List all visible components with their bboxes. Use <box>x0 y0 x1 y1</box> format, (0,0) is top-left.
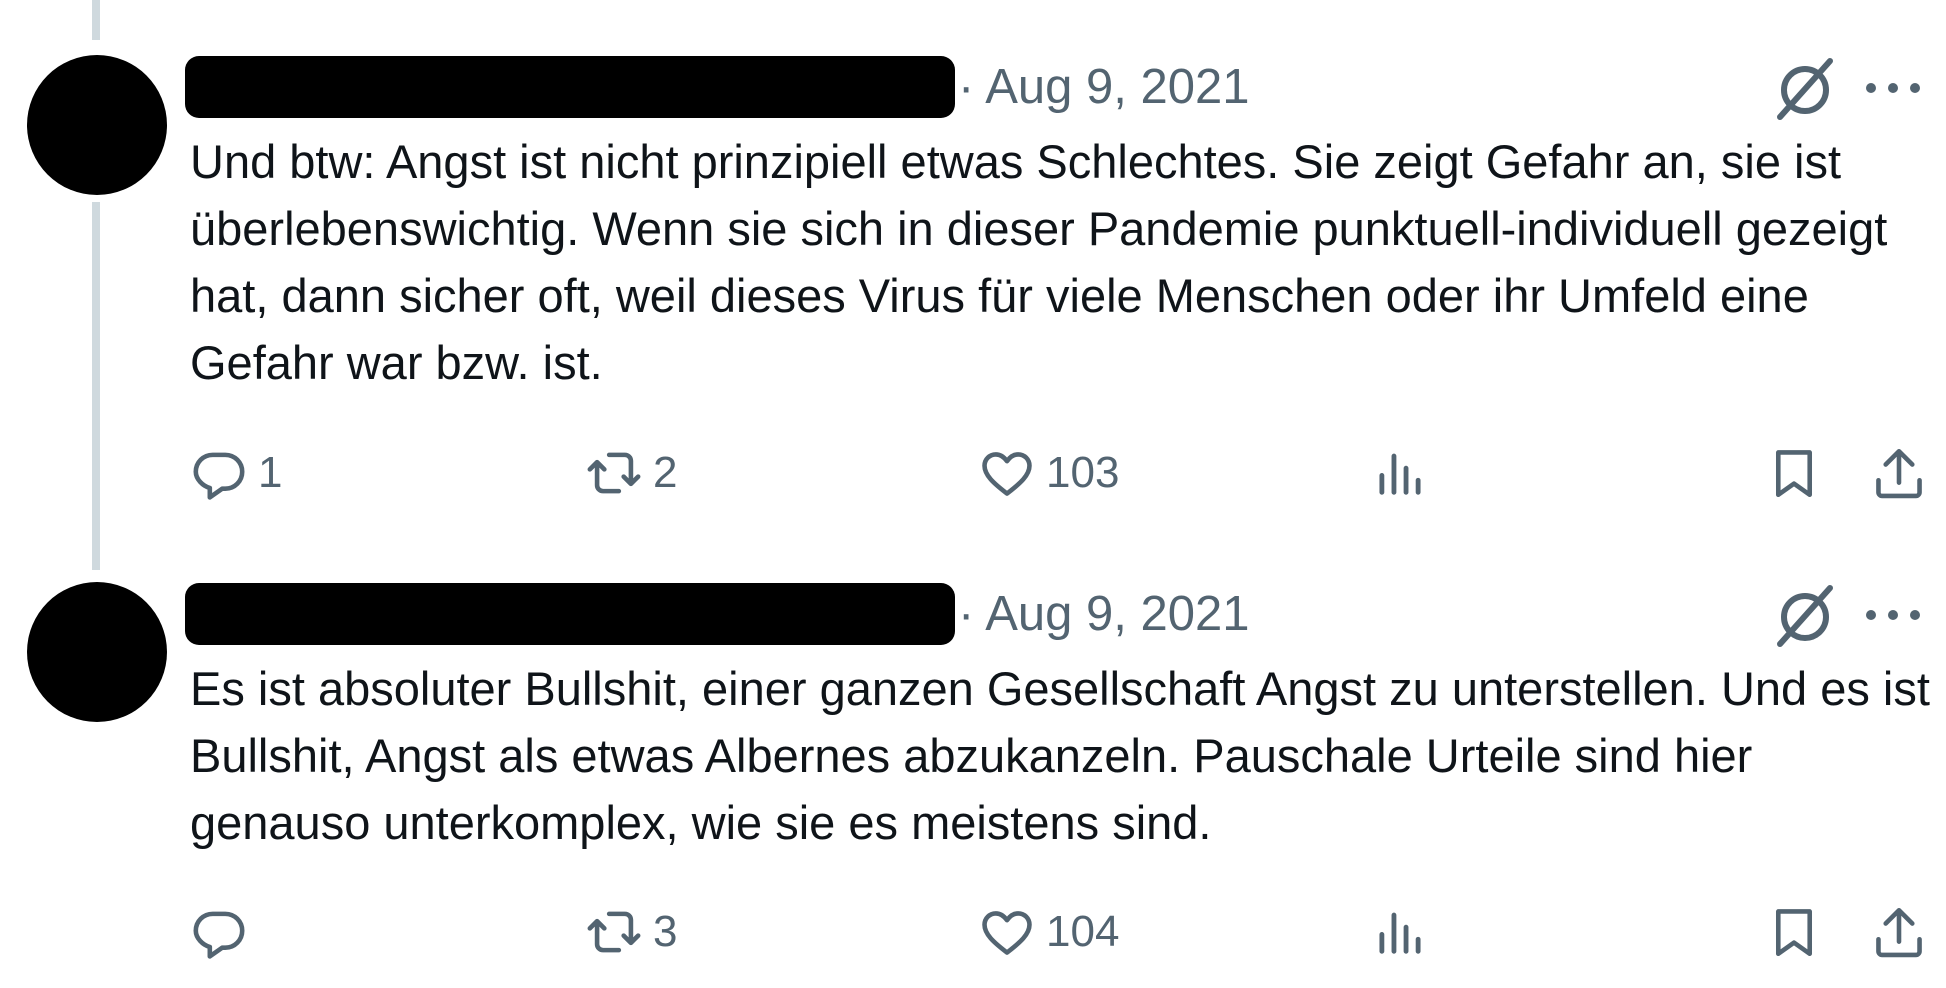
repost-count: 3 <box>653 907 678 956</box>
redacted-author-name <box>185 56 955 118</box>
more-icon[interactable] <box>1862 603 1924 627</box>
bookmark-button[interactable] <box>1765 438 1823 508</box>
views-icon <box>1379 453 1421 495</box>
more-icon[interactable] <box>1862 76 1924 100</box>
action-bar: 3 104 <box>0 897 1946 967</box>
action-bar: 1 2 103 <box>0 438 1946 508</box>
tweet-timestamp[interactable]: · Aug 9, 2021 <box>958 63 1250 112</box>
tweet[interactable]: · Aug 9, 2021 Und btw: Angst ist nicht p… <box>0 0 1946 530</box>
repost-count: 2 <box>653 448 678 497</box>
share-icon <box>1876 907 1922 958</box>
avatar[interactable] <box>27 55 167 195</box>
repost-button[interactable]: 2 <box>585 438 677 508</box>
like-icon <box>982 452 1032 496</box>
bookmark-icon <box>1775 450 1813 498</box>
share-button[interactable] <box>1870 897 1928 967</box>
bookmark-icon <box>1775 909 1813 957</box>
like-count: 103 <box>1046 448 1120 497</box>
like-count: 104 <box>1046 907 1120 956</box>
tweet[interactable]: · Aug 9, 2021 Es ist absoluter Bullshit,… <box>0 530 1946 988</box>
views-button[interactable] <box>1371 438 1429 508</box>
reply-button[interactable] <box>190 897 258 967</box>
reply-button[interactable]: 1 <box>190 438 282 508</box>
tweet-timestamp[interactable]: · Aug 9, 2021 <box>958 590 1250 639</box>
repost-button[interactable]: 3 <box>585 897 677 967</box>
views-button[interactable] <box>1371 897 1429 967</box>
share-icon <box>1876 448 1922 499</box>
repost-icon <box>587 911 641 953</box>
like-button[interactable]: 104 <box>978 897 1119 967</box>
repost-icon <box>587 452 641 494</box>
like-icon <box>982 911 1032 955</box>
grok-icon[interactable] <box>1770 53 1840 123</box>
share-button[interactable] <box>1870 438 1928 508</box>
reply-icon <box>193 911 245 959</box>
avatar[interactable] <box>27 582 167 722</box>
like-button[interactable]: 103 <box>978 438 1119 508</box>
tweet-text: Es ist absoluter Bullshit, einer ganzen … <box>190 662 1930 849</box>
views-icon <box>1379 912 1421 954</box>
tweet-text: Und btw: Angst ist nicht prinzipiell etw… <box>190 135 1888 389</box>
reply-count: 1 <box>258 448 283 497</box>
grok-icon[interactable] <box>1770 580 1840 650</box>
reply-icon <box>193 452 245 500</box>
bookmark-button[interactable] <box>1765 897 1823 967</box>
redacted-author-name <box>185 583 955 645</box>
